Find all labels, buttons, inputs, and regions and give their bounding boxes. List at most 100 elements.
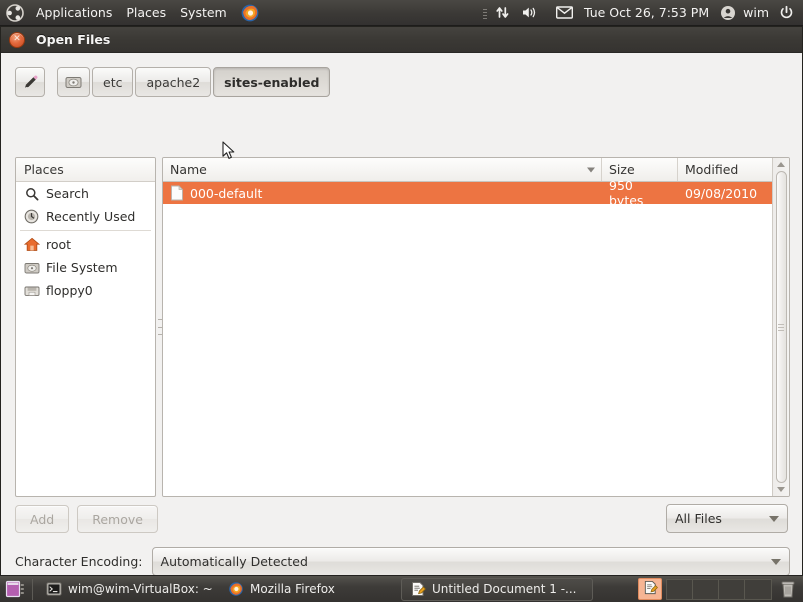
breadcrumb-sites-enabled[interactable]: sites-enabled xyxy=(213,67,331,97)
sort-descending-icon xyxy=(587,167,595,172)
top-panel-left: Applications Places System xyxy=(0,0,260,26)
scroll-up-icon[interactable] xyxy=(777,162,785,167)
taskbar: wim@wim-VirtualBox: ~ Mozilla Firefox Un… xyxy=(0,575,803,602)
taskbar-right xyxy=(638,576,803,602)
taskbar-item-label: Untitled Document 1 -... xyxy=(432,582,577,596)
sidebar-item-label: root xyxy=(46,237,72,252)
remove-button[interactable]: Remove xyxy=(77,505,158,533)
table-row[interactable]: 000-default 950 bytes 09/08/2010 xyxy=(163,178,772,208)
document-icon xyxy=(170,185,184,201)
file-list-header: Name Size Modified xyxy=(163,158,772,182)
character-encoding-value: Automatically Detected xyxy=(160,554,308,569)
sidebar-item-label: File System xyxy=(46,260,118,275)
sidebar-item-floppy0[interactable]: floppy0 xyxy=(16,279,155,302)
file-filter-value: All Files xyxy=(675,511,722,526)
network-transfer-icon[interactable] xyxy=(491,3,514,22)
top-panel: Applications Places System Tue Oct 26, 7… xyxy=(0,0,803,26)
splitter-grip-icon xyxy=(158,318,163,336)
column-header-name[interactable]: Name xyxy=(163,158,602,181)
chevron-down-icon xyxy=(769,515,779,522)
taskbar-item-gedit[interactable]: Untitled Document 1 -... xyxy=(401,577,593,601)
sidebar-item-root[interactable]: root xyxy=(16,233,155,256)
character-encoding-combo-inner[interactable]: Automatically Detected xyxy=(151,547,790,576)
gedit-icon xyxy=(643,580,658,598)
open-files-dialog: ✕ Open Files etc apache2 sites-enabled P… xyxy=(0,26,803,602)
places-sidebar: Places Search Recently Used root File Sy… xyxy=(15,157,156,497)
taskbar-separator xyxy=(32,578,33,600)
user-name-label[interactable]: wim xyxy=(743,5,772,20)
file-browser-panes: Places Search Recently Used root File Sy… xyxy=(15,157,790,497)
breadcrumb: etc apache2 sites-enabled xyxy=(57,67,332,97)
dialog-body: etc apache2 sites-enabled Places Search … xyxy=(1,53,802,602)
file-size-cell: 950 bytes xyxy=(609,178,644,208)
taskbar-item-label: wim@wim-VirtualBox: ~ xyxy=(68,582,213,596)
workspace-3[interactable] xyxy=(719,579,745,599)
sidebar-item-recently-used[interactable]: Recently Used xyxy=(16,205,155,228)
file-name-label: 000-default xyxy=(190,185,263,201)
sidebar-separator xyxy=(20,230,151,231)
column-header-modified[interactable]: Modified xyxy=(678,158,772,181)
close-icon[interactable]: ✕ xyxy=(9,31,25,48)
sidebar-item-file-system[interactable]: File System xyxy=(16,256,155,279)
mail-envelope-icon[interactable] xyxy=(552,4,577,21)
pencil-edit-icon[interactable] xyxy=(15,67,45,97)
power-icon[interactable] xyxy=(775,3,798,22)
recently-used-icon xyxy=(23,208,40,225)
file-list-rows: 000-default 950 bytes 09/08/2010 xyxy=(163,178,772,496)
workspace-switcher[interactable] xyxy=(666,578,772,600)
tray-grip-handle[interactable] xyxy=(482,7,488,19)
floppy-disk-icon xyxy=(23,282,40,299)
places-menu[interactable]: Places xyxy=(119,2,173,24)
character-encoding-row: Character Encoding: Automatically Detect… xyxy=(15,547,790,576)
column-label: Modified xyxy=(685,162,739,177)
character-encoding-combo[interactable]: Automatically Detected xyxy=(151,547,790,576)
firefox-icon xyxy=(228,581,244,597)
sidebar-item-label: Recently Used xyxy=(46,209,136,224)
sidebar-item-label: floppy0 xyxy=(46,283,93,298)
scroll-down-icon[interactable] xyxy=(777,487,785,492)
clock[interactable]: Tue Oct 26, 7:53 PM xyxy=(580,3,713,22)
file-name-cell: 000-default xyxy=(163,182,602,204)
gedit-launcher-button[interactable] xyxy=(638,578,662,600)
trash-icon[interactable] xyxy=(777,578,799,600)
file-filter-combo[interactable]: All Files xyxy=(666,504,788,533)
workspace-1[interactable] xyxy=(667,579,693,599)
ubuntu-logo-icon[interactable] xyxy=(4,2,26,24)
terminal-icon xyxy=(46,581,62,597)
taskbar-item-firefox[interactable]: Mozilla Firefox xyxy=(219,578,401,601)
file-filter-combo-inner[interactable]: All Files xyxy=(666,504,788,533)
show-desktop-icon[interactable] xyxy=(2,577,28,602)
add-button[interactable]: Add xyxy=(15,505,70,533)
column-label: Size xyxy=(609,162,635,177)
breadcrumb-apache2[interactable]: apache2 xyxy=(135,67,212,97)
breadcrumb-drive-button[interactable] xyxy=(57,67,90,97)
scrollbar-grip-icon xyxy=(778,323,784,332)
sidebar-item-label: Search xyxy=(46,186,89,201)
workspace-2[interactable] xyxy=(693,579,719,599)
volume-icon[interactable] xyxy=(517,3,541,22)
file-list-scrollbar[interactable] xyxy=(772,158,789,496)
breadcrumb-etc[interactable]: etc xyxy=(92,67,134,97)
file-list-pane: Name Size Modified 000-default 950 bytes… xyxy=(162,157,790,497)
user-status-icon[interactable] xyxy=(716,3,740,23)
dialog-titlebar[interactable]: ✕ Open Files xyxy=(1,27,802,53)
hard-drive-icon xyxy=(23,259,40,276)
sidebar-item-search[interactable]: Search xyxy=(16,182,155,205)
places-header: Places xyxy=(16,158,155,182)
taskbar-item-label: Mozilla Firefox xyxy=(250,582,335,596)
gedit-icon xyxy=(410,581,426,597)
workspace-4[interactable] xyxy=(745,579,771,599)
add-remove-group: Add Remove xyxy=(15,505,158,533)
file-list: Name Size Modified 000-default 950 bytes… xyxy=(163,158,772,496)
close-glyph: ✕ xyxy=(13,34,21,44)
file-modified-cell: 09/08/2010 xyxy=(685,185,758,201)
column-label: Name xyxy=(170,162,207,177)
home-folder-icon xyxy=(23,236,40,253)
firefox-icon[interactable] xyxy=(240,3,260,23)
taskbar-item-terminal[interactable]: wim@wim-VirtualBox: ~ xyxy=(37,578,219,601)
search-icon xyxy=(23,185,40,202)
system-menu[interactable]: System xyxy=(173,2,234,24)
scrollbar-thumb[interactable] xyxy=(775,171,787,483)
applications-menu[interactable]: Applications xyxy=(29,2,119,24)
chevron-down-icon xyxy=(771,558,781,565)
